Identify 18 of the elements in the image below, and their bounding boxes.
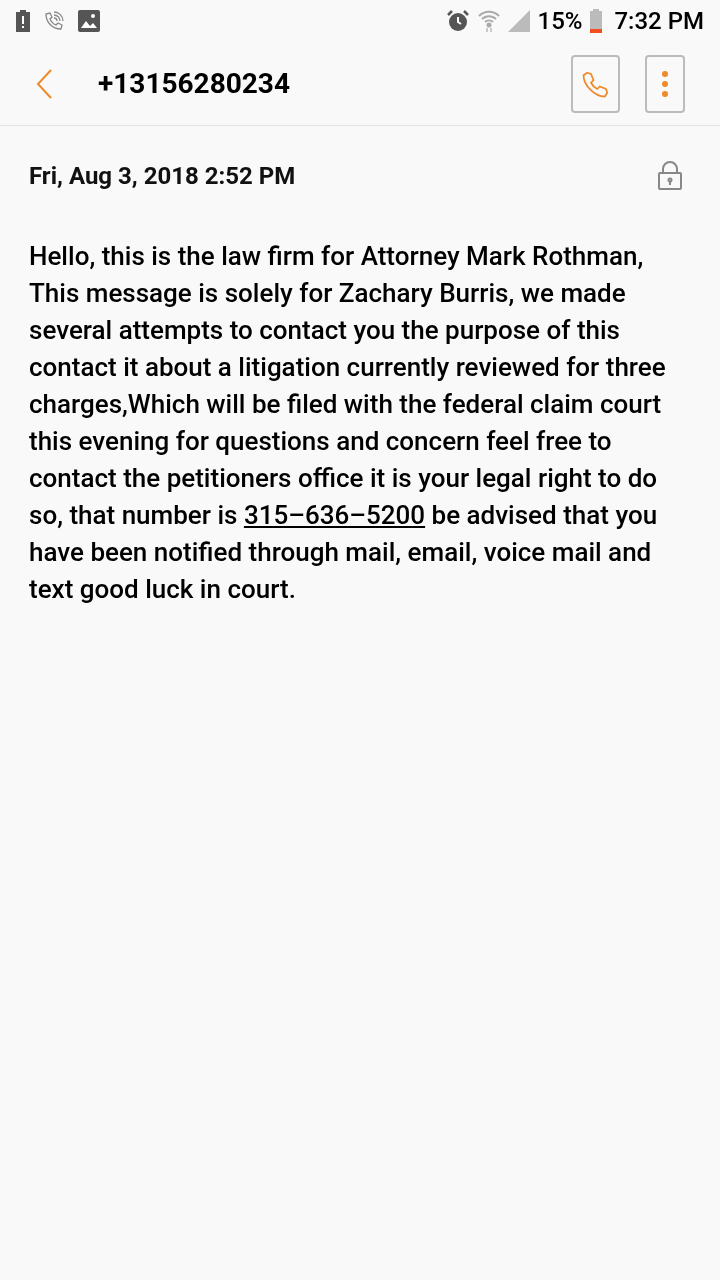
contact-number: +13156280234 <box>98 65 291 102</box>
phone-number-link[interactable]: 315–636–5200 <box>243 500 426 530</box>
message-date: Fri, Aug 3, 2018 2:52 PM <box>29 161 296 192</box>
clock-time: 7:32 PM <box>614 6 704 37</box>
battery-alert-icon <box>16 10 30 32</box>
back-icon <box>36 68 52 99</box>
image-icon <box>78 10 100 32</box>
battery-percent: 15% <box>537 6 583 37</box>
more-icon <box>661 68 669 99</box>
call-button[interactable] <box>571 54 620 113</box>
wifi-icon <box>477 9 500 33</box>
signal-icon <box>507 10 530 32</box>
lock-icon <box>657 161 683 191</box>
wifi-call-icon <box>42 9 66 33</box>
more-options-button[interactable] <box>645 54 685 113</box>
battery-icon <box>590 9 603 33</box>
alarm-icon <box>445 9 470 33</box>
message-body: Hello, this is the law firm for Attorney Mark Rothman, This message is solely for Zachary Burris, we made several attempts to contact you the purpose of this contact it about a litigation currently reviewed for three charges,Which will be filed with the federal claim court this evening for questions and concern feel free to contact the petitioners office it is your legal right to do so, that number is 315–636–5200 be advised that you have been notified through mail, email, voice mail and text good luck in court. <box>29 240 667 606</box>
